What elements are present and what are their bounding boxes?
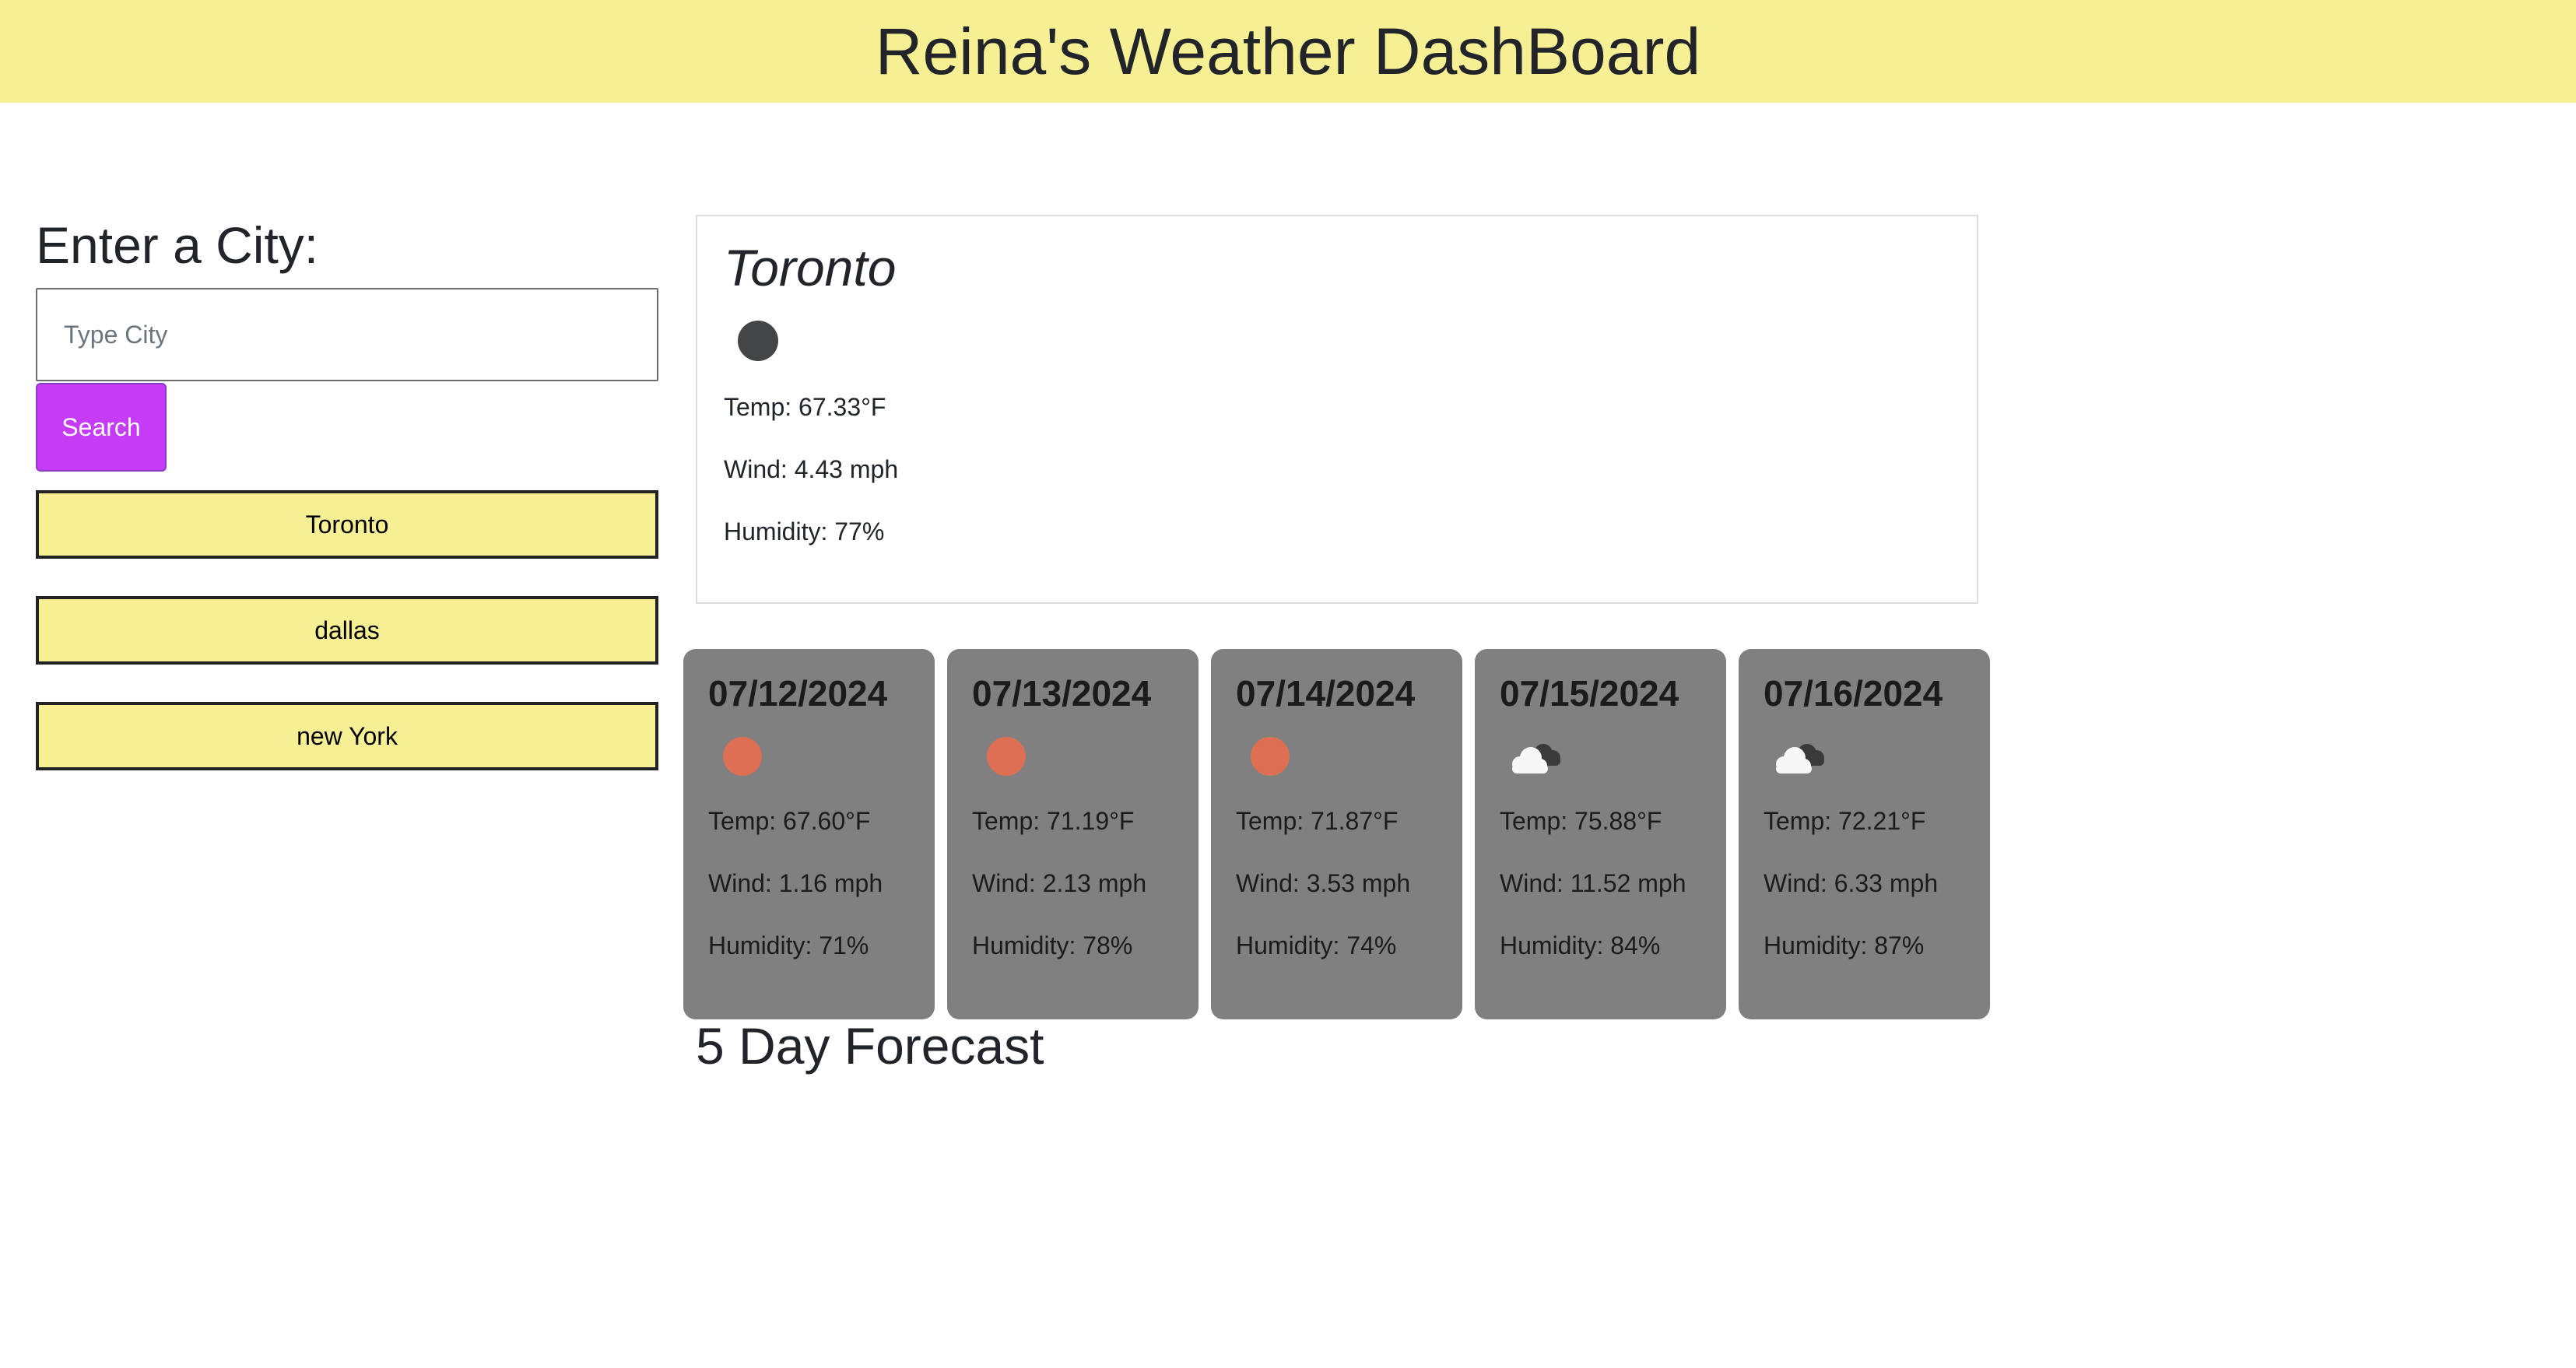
forecast-weather-icon — [1759, 728, 1837, 785]
forecast-humidity: Humidity: 74% — [1236, 931, 1397, 960]
forecast-temp: Temp: 72.21°F — [1764, 807, 1926, 836]
forecast-date: 07/16/2024 — [1764, 673, 1943, 714]
current-weather-card: Toronto Temp: 67.33°F Wind: 4.43 mph Hum… — [696, 215, 1978, 604]
forecast-card: 07/13/2024 Temp: 71.19°F Wind: 2.13 mph … — [947, 649, 1199, 1019]
forecast-humidity: Humidity: 78% — [972, 931, 1133, 960]
search-panel: Enter a City: Search Toronto dallas new … — [36, 210, 658, 808]
forecast-wind: Wind: 11.52 mph — [1500, 869, 1686, 898]
history-button-toronto[interactable]: Toronto — [36, 490, 658, 559]
search-button[interactable]: Search — [36, 383, 167, 472]
forecast-humidity: Humidity: 71% — [708, 931, 869, 960]
history-button-dallas[interactable]: dallas — [36, 596, 658, 665]
forecast-card: 07/14/2024 Temp: 71.87°F Wind: 3.53 mph … — [1211, 649, 1462, 1019]
search-history: Toronto dallas new York — [36, 490, 658, 770]
forecast-date: 07/15/2024 — [1500, 673, 1679, 714]
forecast-temp: Temp: 71.19°F — [972, 807, 1135, 836]
forecast-wind: Wind: 1.16 mph — [708, 869, 883, 898]
forecast-temp: Temp: 71.87°F — [1236, 807, 1399, 836]
forecast-card: 07/15/2024 Temp: 75.88°F Wind: 11.52 mph… — [1475, 649, 1726, 1019]
current-city-name: Toronto — [724, 239, 897, 296]
forecast-weather-icon — [1495, 728, 1573, 785]
forecast-wind: Wind: 3.53 mph — [1236, 869, 1411, 898]
forecast-date: 07/12/2024 — [708, 673, 888, 714]
clouds-icon — [1512, 744, 1560, 774]
current-humidity: Humidity: 77% — [724, 517, 885, 545]
forecast-humidity: Humidity: 84% — [1500, 931, 1661, 960]
forecast-temp: Temp: 67.60°F — [708, 807, 871, 836]
forecast-section-title: 5 Day Forecast — [696, 1017, 1044, 1075]
forecast-row: 07/12/2024 Temp: 67.60°F Wind: 1.16 mph … — [683, 649, 1990, 1019]
forecast-date: 07/14/2024 — [1236, 673, 1416, 714]
city-search-input[interactable] — [36, 288, 658, 381]
clouds-icon — [1776, 744, 1824, 774]
forecast-wind: Wind: 6.33 mph — [1764, 869, 1939, 898]
current-weather-icon — [719, 306, 797, 376]
forecast-weather-icon — [967, 728, 1045, 785]
page-title: Reina's Weather DashBoard — [875, 15, 1701, 88]
forecast-card: 07/12/2024 Temp: 67.60°F Wind: 1.16 mph … — [683, 649, 935, 1019]
current-wind: Wind: 4.43 mph — [724, 454, 899, 483]
forecast-card: 07/16/2024 Temp: 72.21°F Wind: 6.33 mph … — [1739, 649, 1990, 1019]
forecast-wind: Wind: 2.13 mph — [972, 869, 1147, 898]
history-button-new-york[interactable]: new York — [36, 702, 658, 770]
forecast-weather-icon — [704, 728, 781, 785]
page-header: Reina's Weather DashBoard — [0, 0, 2576, 103]
moon-icon — [738, 320, 778, 361]
current-temp: Temp: 67.33°F — [724, 392, 886, 421]
forecast-date: 07/13/2024 — [972, 673, 1152, 714]
search-heading: Enter a City: — [36, 216, 319, 274]
forecast-temp: Temp: 75.88°F — [1500, 807, 1662, 836]
forecast-humidity: Humidity: 87% — [1764, 931, 1925, 960]
sun-icon — [723, 737, 762, 777]
sun-icon — [987, 737, 1026, 777]
sun-icon — [1251, 737, 1290, 777]
forecast-weather-icon — [1231, 728, 1309, 785]
